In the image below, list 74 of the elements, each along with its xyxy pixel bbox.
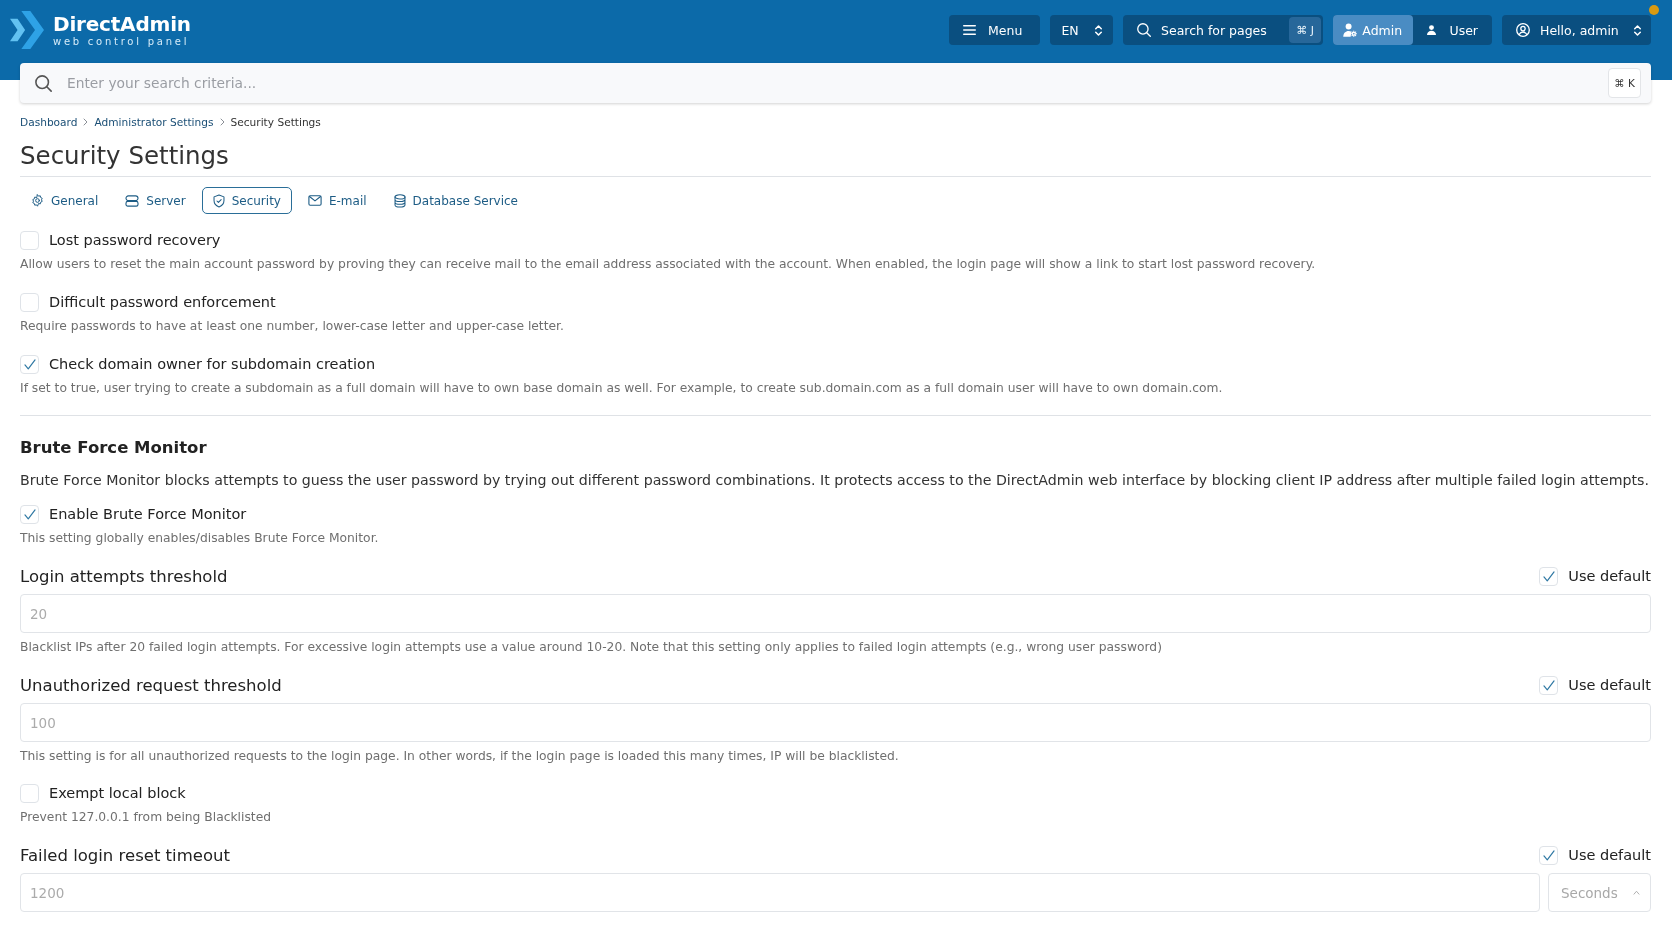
checkbox[interactable] <box>1539 566 1559 586</box>
breadcrumb-link[interactable]: Dashboard <box>20 116 78 128</box>
number-input[interactable]: 100 <box>20 703 1651 742</box>
setting-label: Check domain owner for subdomain creation <box>49 356 376 372</box>
checkbox-label: Use default <box>1568 568 1651 584</box>
search-icon <box>35 74 52 92</box>
role-tab[interactable]: User <box>1412 15 1492 45</box>
user-circle-icon <box>1516 23 1530 37</box>
server-icon <box>125 194 140 207</box>
field-label: Failed login reset timeout <box>20 845 230 865</box>
checkmark-icon <box>1542 679 1555 691</box>
envelope-icon <box>307 195 322 206</box>
checkbox[interactable] <box>1539 675 1559 695</box>
keyboard-shortcut: ⌘ J <box>1289 17 1321 43</box>
checkmark-icon <box>23 508 36 520</box>
setting-description: If set to true, user trying to create a subdomain as a full domain will have to own base domain as well. For example, to create sub.domain.com as a full domain user will have to own domain.com. <box>20 380 1224 396</box>
page-search-button[interactable]: Search for pages ⌘ J <box>1123 15 1323 45</box>
setting-description: Require passwords to have at least one number, lower-case letter and upper-case letter. <box>20 318 565 334</box>
section-heading: Brute Force Monitor <box>20 437 208 459</box>
setting-description: Allow users to reset the main account password by proving they can receive mail to the email address associated with the account. When enabled, the login page will show a link to start lost password recovery. <box>20 256 1317 272</box>
checkmark-icon <box>1542 570 1555 582</box>
field-description: This setting is for all unauthorized requests to the login page. In other words, if the login page is loaded this many times, IP will be blacklisted. <box>20 748 900 764</box>
menu-icon <box>963 25 976 35</box>
user-gear-icon <box>1343 23 1358 37</box>
tab[interactable]: Database Service <box>382 187 529 214</box>
checkbox[interactable] <box>20 292 39 312</box>
user-menu-button[interactable]: Hello, admin <box>1502 15 1651 45</box>
setting-description: This setting globally enables/disables Brute Force Monitor. <box>20 530 380 546</box>
logo-text: DirectAdmin <box>53 12 191 36</box>
user-icon <box>1426 25 1436 35</box>
chevron-right-icon <box>83 118 89 126</box>
logo-icon <box>10 11 44 49</box>
chevron-up-down-icon <box>1634 24 1641 36</box>
shield-check-icon <box>212 193 225 208</box>
setting-label: Enable Brute Force Monitor <box>49 506 247 522</box>
setting-label: Difficult password enforcement <box>49 294 276 310</box>
number-input[interactable]: 20 <box>20 594 1651 633</box>
tab[interactable]: General <box>20 187 110 214</box>
field-description: Blacklist IPs after 20 failed login attempts. For excessive login attempts use a value around 10-20. Note that this setting only applies to failed login attempts (e.g., wrong user password) <box>20 639 1163 655</box>
language-select[interactable]: EN <box>1050 15 1113 45</box>
section-description: Brute Force Monitor blocks attempts to guess the user password by trying out different password combinations. It protects access to the DirectAdmin web interface by blocking client IP address after multiple failed login attempts. <box>20 471 1650 490</box>
checkbox-label: Use default <box>1568 677 1651 693</box>
page-title: Security Settings <box>20 141 230 171</box>
checkbox[interactable] <box>20 783 39 803</box>
chevron-right-icon <box>219 118 225 126</box>
setting-label: Exempt local block <box>49 785 186 801</box>
checkbox[interactable] <box>1539 845 1559 865</box>
number-input[interactable]: 1200 <box>20 873 1540 912</box>
checkbox[interactable] <box>20 230 39 250</box>
checkbox[interactable] <box>20 354 39 374</box>
checkbox-label: Use default <box>1568 847 1651 863</box>
tab[interactable]: Security <box>201 187 292 214</box>
menu-button[interactable]: Menu <box>949 15 1040 45</box>
tab[interactable]: E-mail <box>296 187 378 214</box>
search-field[interactable]: Enter your search criteria... ⌘ K <box>20 63 1651 103</box>
setting-label: Lost password recovery <box>49 232 221 248</box>
search-icon <box>1137 23 1151 37</box>
checkmark-icon <box>23 358 36 370</box>
gear-icon <box>31 194 44 207</box>
caret-icon <box>1633 890 1640 895</box>
checkmark-icon <box>1542 849 1555 861</box>
setting-description: Prevent 127.0.0.1 from being Blacklisted <box>20 809 273 825</box>
tab[interactable]: Server <box>114 187 197 214</box>
checkbox[interactable] <box>20 504 39 524</box>
field-label: Login attempts threshold <box>20 566 228 586</box>
chevron-up-down-icon <box>1094 24 1102 36</box>
breadcrumb-current: Security Settings <box>230 116 321 128</box>
keyboard-shortcut: ⌘ K <box>1608 68 1641 98</box>
field-label: Unauthorized request threshold <box>20 675 282 695</box>
breadcrumb-link[interactable]: Administrator Settings <box>94 116 214 128</box>
search-input[interactable]: Enter your search criteria... <box>67 68 1594 98</box>
database-icon <box>393 193 406 208</box>
role-tab-active[interactable]: Admin <box>1333 15 1413 45</box>
logo-tagline: web control panel <box>53 35 191 48</box>
